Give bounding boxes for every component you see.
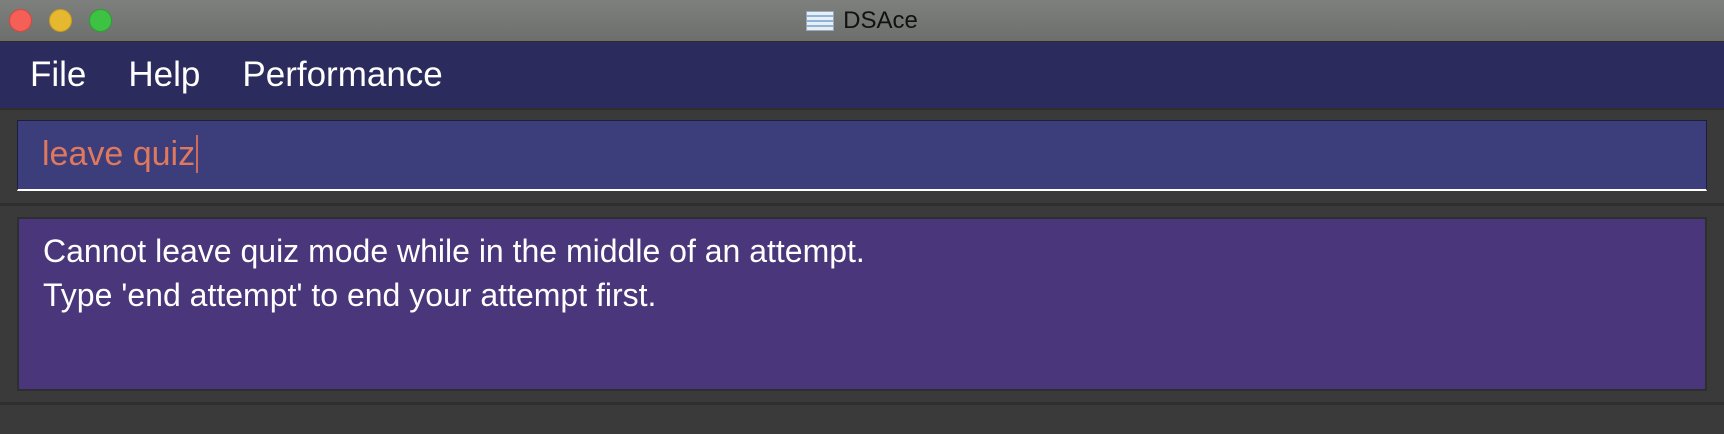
menu-file[interactable]: File (30, 55, 86, 95)
command-input[interactable]: leave quiz (17, 120, 1707, 191)
menu-performance[interactable]: Performance (242, 55, 442, 95)
command-area: leave quiz (0, 110, 1724, 202)
result-line-1: Cannot leave quiz mode while in the midd… (43, 233, 865, 269)
app-window: DSAce File Help Performance leave quiz C… (0, 0, 1724, 434)
command-input-text: leave quiz (42, 135, 199, 174)
bottom-divider (0, 402, 1724, 405)
menu-bar: File Help Performance (0, 42, 1724, 110)
title-bar[interactable]: DSAce (0, 0, 1724, 42)
result-display[interactable]: Cannot leave quiz mode while in the midd… (17, 217, 1707, 391)
window-title-group: DSAce (0, 0, 1724, 41)
section-divider (0, 203, 1724, 206)
text-caret (196, 135, 199, 173)
command-input-value: leave quiz (42, 135, 196, 173)
result-line-2: Type 'end attempt' to end your attempt f… (43, 277, 657, 313)
menu-help[interactable]: Help (128, 55, 200, 95)
app-icon (806, 10, 835, 31)
window-title: DSAce (843, 6, 918, 34)
